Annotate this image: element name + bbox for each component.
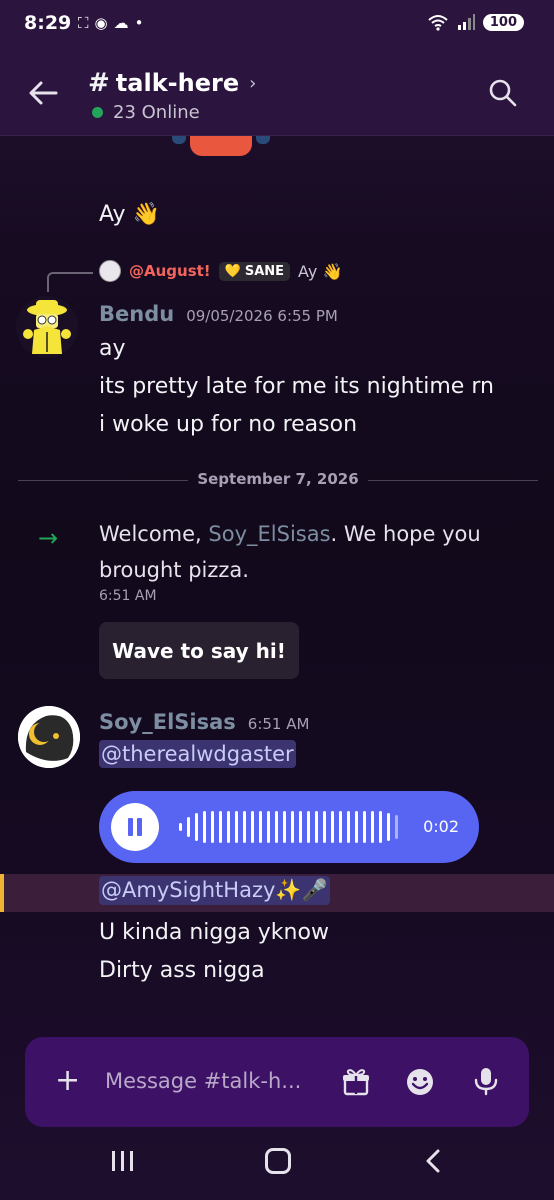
home-icon[interactable]	[265, 1148, 291, 1174]
message-line: i woke up for no reason	[99, 412, 358, 437]
user-mention[interactable]: @therealwdgaster	[99, 740, 296, 768]
bendu-avatar-image	[16, 296, 78, 358]
reply-text-content: Ay	[298, 261, 318, 281]
reply-author: @August!	[129, 262, 211, 280]
wave-emoji: 👋	[322, 261, 343, 281]
wave-emoji: 👋	[132, 202, 160, 227]
reply-preview[interactable]: @August! 💛 SANE Ay 👋	[99, 260, 342, 282]
message-input[interactable]: Message #talk-h...	[105, 1069, 301, 1093]
reply-connector	[47, 272, 93, 292]
role-badge: 💛 SANE	[218, 261, 291, 281]
user-mention[interactable]: @AmySightHazy✨🎤	[99, 876, 330, 905]
recents-icon[interactable]	[110, 1149, 136, 1173]
avatar[interactable]	[16, 296, 78, 358]
message-line: Dirty ass nigga	[99, 958, 265, 983]
badge-label: SANE	[244, 263, 285, 279]
join-arrow-icon: →	[38, 524, 59, 552]
voice-waveform[interactable]	[179, 805, 409, 849]
reply-text: Ay 👋	[298, 262, 342, 281]
message-body: ay its pretty late for me its nightime r…	[99, 330, 494, 444]
emoji-icon[interactable]	[405, 1067, 435, 1097]
message-line: ay	[99, 336, 126, 361]
system-nav-bar	[0, 1127, 554, 1200]
search-icon[interactable]	[488, 78, 518, 108]
chevron-right-icon: ›	[249, 72, 257, 94]
hash-icon: #	[88, 68, 110, 98]
dot-icon: •	[134, 14, 144, 32]
message-body: U kinda nigga yknow Dirty ass nigga	[99, 914, 329, 990]
channel-name: talk-here	[115, 69, 240, 97]
partial-attachment-image[interactable]	[190, 136, 252, 156]
voice-message[interactable]: 0:02	[99, 791, 479, 863]
author-name[interactable]: Soy_ElSisas	[99, 710, 236, 734]
message-header: Bendu 09/05/2026 6:55 PM	[99, 302, 338, 326]
gift-icon[interactable]	[341, 1067, 371, 1097]
mic-icon[interactable]	[471, 1066, 501, 1096]
channel-title[interactable]: # talk-here ›	[88, 68, 256, 98]
signal-icon	[457, 14, 475, 30]
discord-icon: ◉	[94, 14, 108, 32]
channel-header: # talk-here › 23 Online	[0, 52, 554, 136]
status-notification-icons: ⛶ ◉ ☁ •	[78, 14, 143, 32]
author-name[interactable]: Bendu	[99, 302, 174, 326]
partial-image-right	[256, 136, 270, 144]
partial-image-left	[172, 136, 186, 144]
status-system-icons: 100	[427, 13, 524, 31]
soy-avatar-image	[18, 706, 80, 768]
reply-avatar	[99, 260, 121, 282]
online-count: 23 Online	[113, 102, 200, 123]
welcome-user[interactable]: Soy_ElSisas	[208, 522, 330, 546]
screenshot-icon: ⛶	[78, 14, 89, 32]
mention-highlight-bar	[0, 874, 4, 912]
message-ay: Ay 👋	[99, 196, 160, 234]
welcome-timestamp: 6:51 AM	[99, 588, 157, 604]
status-time: 8:29	[24, 12, 72, 34]
plus-icon[interactable]: +	[55, 1066, 80, 1096]
message-timestamp: 6:51 AM	[247, 715, 310, 733]
voice-duration: 0:02	[423, 817, 459, 836]
cloud-icon: ☁	[113, 14, 129, 32]
message-line: U kinda nigga yknow	[99, 920, 329, 945]
wifi-icon	[428, 15, 448, 31]
message-composer: + Message #talk-h...	[25, 1037, 529, 1127]
avatar[interactable]	[18, 706, 80, 768]
message-header: Soy_ElSisas 6:51 AM	[99, 710, 309, 734]
pause-icon[interactable]	[111, 803, 159, 851]
heart-icon: 💛	[224, 263, 241, 279]
nav-back-icon[interactable]	[420, 1147, 448, 1175]
welcome-prefix: Welcome,	[99, 522, 209, 546]
battery-indicator: 100	[482, 13, 524, 31]
wave-to-say-hi-button[interactable]: Wave to say hi!	[99, 622, 299, 679]
message-text: Ay	[99, 202, 126, 227]
back-arrow-icon[interactable]	[26, 76, 60, 110]
divider-line	[368, 480, 538, 481]
message-line: its pretty late for me its nightime rn	[99, 374, 494, 399]
divider-date: September 7, 2026	[197, 470, 359, 488]
message-timestamp: 09/05/2026 6:55 PM	[186, 307, 338, 325]
date-divider: September 7, 2026	[18, 470, 538, 492]
welcome-message: Welcome, Soy_ElSisas. We hope you brough…	[99, 516, 519, 588]
online-status: 23 Online	[92, 102, 200, 123]
online-dot-icon	[92, 107, 103, 118]
status-bar: 8:29 ⛶ ◉ ☁ • 100	[0, 0, 554, 52]
